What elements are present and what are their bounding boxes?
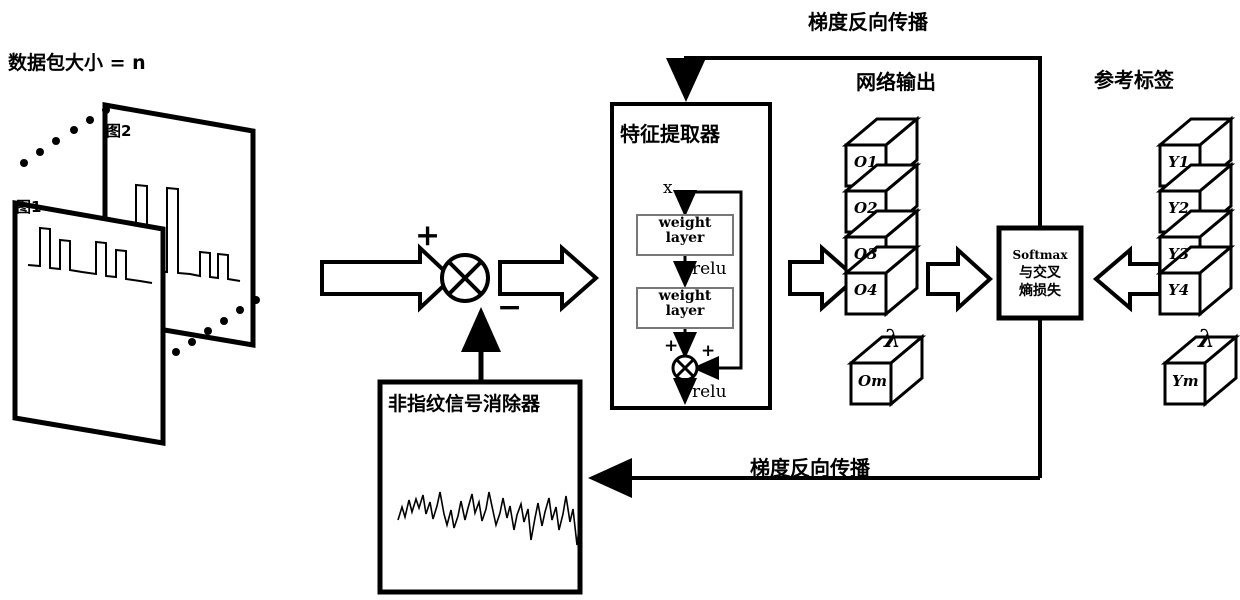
label-item-y1: Y1 [1168,153,1190,171]
output-item-o2: O2 [854,199,878,217]
weight-layer-1-line2: layer [665,229,705,246]
label-item-y3: Y3 [1168,245,1190,263]
weight-layer-2-line2: layer [665,302,705,319]
loss-line-softmax: Softmax [1012,248,1068,262]
weight-layer-block-2: weight layer [645,289,725,318]
label-item-y4: Y4 [1168,281,1190,299]
denoiser-title: 非指纹信号消除器 [388,393,541,415]
input-packet-card-1 [12,200,166,446]
output-item-o4: O4 [854,281,878,299]
merge-plus-right: + [701,341,716,361]
label-item-y2: Y2 [1168,199,1190,217]
relu-label-mid: relu [692,259,727,279]
weight-layer-block-1: weight layer [645,216,725,245]
feature-extractor-title: 特征提取器 [620,122,720,146]
sum-plus-sign: + [415,218,441,253]
packet-size-title: 数据包大小 = n [8,52,146,74]
sum-minus-sign: − [497,290,523,325]
output-ellipsis-lambda: λ [884,324,901,353]
summation-node [440,253,490,303]
output-to-loss-arrow [926,245,993,313]
input-flow-arrow [320,243,455,313]
loss-line-2: 与交叉 [1019,264,1061,281]
label-item-ym: Ym [1172,372,1199,390]
relu-label-out: relu [692,382,727,402]
residual-input-var: x [663,178,673,198]
output-item-o3: O3 [854,245,878,263]
weight-layer-1-line1: weight [658,215,712,231]
loss-block-text: Softmax 与交叉 熵损失 [999,246,1081,300]
output-item-o1: O1 [854,153,878,171]
weight-layer-2-line1: weight [658,288,712,304]
backprop-top-label: 梯度反向传播 [808,10,928,34]
backprop-bottom-label: 梯度反向传播 [750,456,870,480]
labels-to-loss-arrow [1092,245,1162,313]
network-output-header: 网络输出 [856,70,936,94]
merge-plus-left: + [664,336,679,356]
input-card-1-label: 图1 [16,198,42,216]
input-card-2-label: 图2 [106,122,132,140]
diagram-canvas: 数据包大小 = n 图1 图2 + − 特征提取器 x weight layer… [0,0,1240,600]
label-ellipsis-lambda: λ [1198,324,1215,353]
reference-labels-header: 参考标签 [1094,68,1174,92]
loss-line-3: 熵损失 [1019,282,1061,299]
output-item-om: Om [858,372,887,390]
diagram-vector-layer [12,56,1240,595]
depth-dots-top [20,106,110,167]
